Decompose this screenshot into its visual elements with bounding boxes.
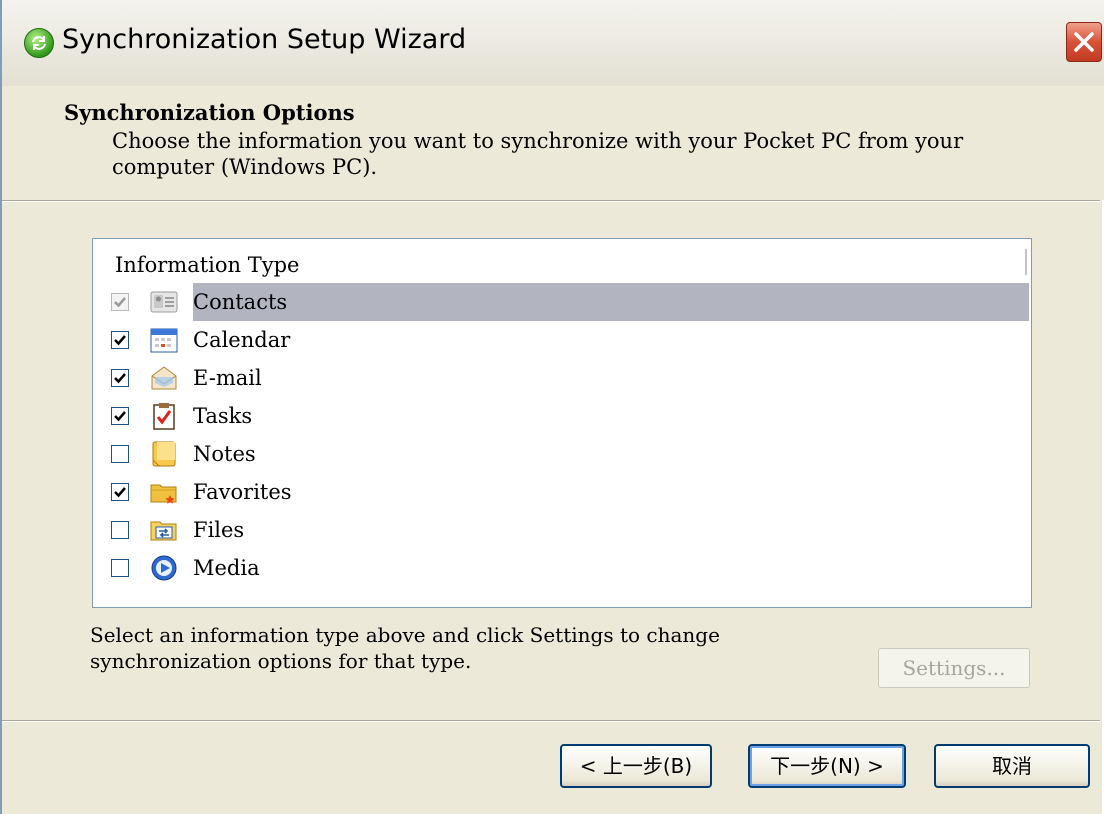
- checkbox-tasks[interactable]: [111, 407, 129, 425]
- list-item-label: Calendar: [193, 328, 291, 352]
- selection-highlight: [193, 283, 1029, 321]
- column-header[interactable]: Information Type: [93, 239, 1031, 283]
- close-icon: [1074, 32, 1094, 52]
- checkbox-contacts[interactable]: [111, 293, 129, 311]
- contacts-icon: [149, 287, 179, 317]
- checkbox-media[interactable]: [111, 559, 129, 577]
- settings-button[interactable]: Settings...: [878, 648, 1030, 688]
- check-icon: [114, 373, 126, 384]
- checkbox-notes[interactable]: [111, 445, 129, 463]
- calendar-icon: [149, 325, 179, 355]
- list-item-email[interactable]: E-mail: [93, 359, 1031, 397]
- next-button[interactable]: 下一步(N) >: [748, 744, 906, 788]
- email-icon: [149, 363, 179, 393]
- checkbox-email[interactable]: [111, 369, 129, 387]
- checkbox-files[interactable]: [111, 521, 129, 539]
- check-icon: [114, 335, 126, 346]
- favorites-icon: [149, 477, 179, 507]
- checkbox-favorites[interactable]: [111, 483, 129, 501]
- list-item-notes[interactable]: Notes: [93, 435, 1031, 473]
- back-button[interactable]: < 上一步(B): [560, 744, 712, 788]
- column-resize-handle[interactable]: [1025, 249, 1027, 275]
- list-item-label: Files: [193, 518, 245, 542]
- notes-icon: [149, 439, 179, 469]
- window-title: Synchronization Setup Wizard: [62, 24, 467, 55]
- list-item-tasks[interactable]: Tasks: [93, 397, 1031, 435]
- list-item-label: Favorites: [193, 480, 292, 504]
- sync-icon: [24, 28, 54, 58]
- list-item-label: Tasks: [193, 404, 253, 428]
- wizard-window: Synchronization Setup Wizard Synchroniza…: [0, 0, 1104, 814]
- check-icon: [114, 487, 126, 498]
- files-icon: [149, 515, 179, 545]
- footer-divider: [2, 720, 1100, 722]
- list-item-media[interactable]: Media: [93, 549, 1031, 587]
- checkbox-calendar[interactable]: [111, 331, 129, 349]
- column-header-label: Information Type: [115, 253, 300, 277]
- settings-hint-text: Select an information type above and cli…: [90, 623, 720, 673]
- page-title: Synchronization Options: [64, 100, 355, 125]
- list-item-label: Notes: [193, 442, 256, 466]
- tasks-icon: [149, 401, 179, 431]
- check-icon: [114, 411, 126, 422]
- cancel-button[interactable]: 取消: [934, 744, 1090, 788]
- page-description: Choose the information you want to synch…: [112, 129, 964, 179]
- close-button[interactable]: [1066, 22, 1102, 62]
- title-bar[interactable]: Synchronization Setup Wizard: [2, 0, 1104, 87]
- information-type-list[interactable]: Information Type Contacts Calendar E-mai…: [92, 238, 1032, 608]
- list-item-label: Media: [193, 556, 260, 580]
- list-item-files[interactable]: Files: [93, 511, 1031, 549]
- check-icon: [114, 297, 126, 308]
- media-icon: [149, 553, 179, 583]
- header-panel: Synchronization Options Choose the infor…: [2, 86, 1104, 200]
- list-item-calendar[interactable]: Calendar: [93, 321, 1031, 359]
- list-item-label: Contacts: [193, 290, 288, 314]
- list-item-contacts[interactable]: Contacts: [93, 283, 1031, 321]
- list-item-favorites[interactable]: Favorites: [93, 473, 1031, 511]
- header-divider: [2, 200, 1100, 202]
- list-item-label: E-mail: [193, 366, 262, 390]
